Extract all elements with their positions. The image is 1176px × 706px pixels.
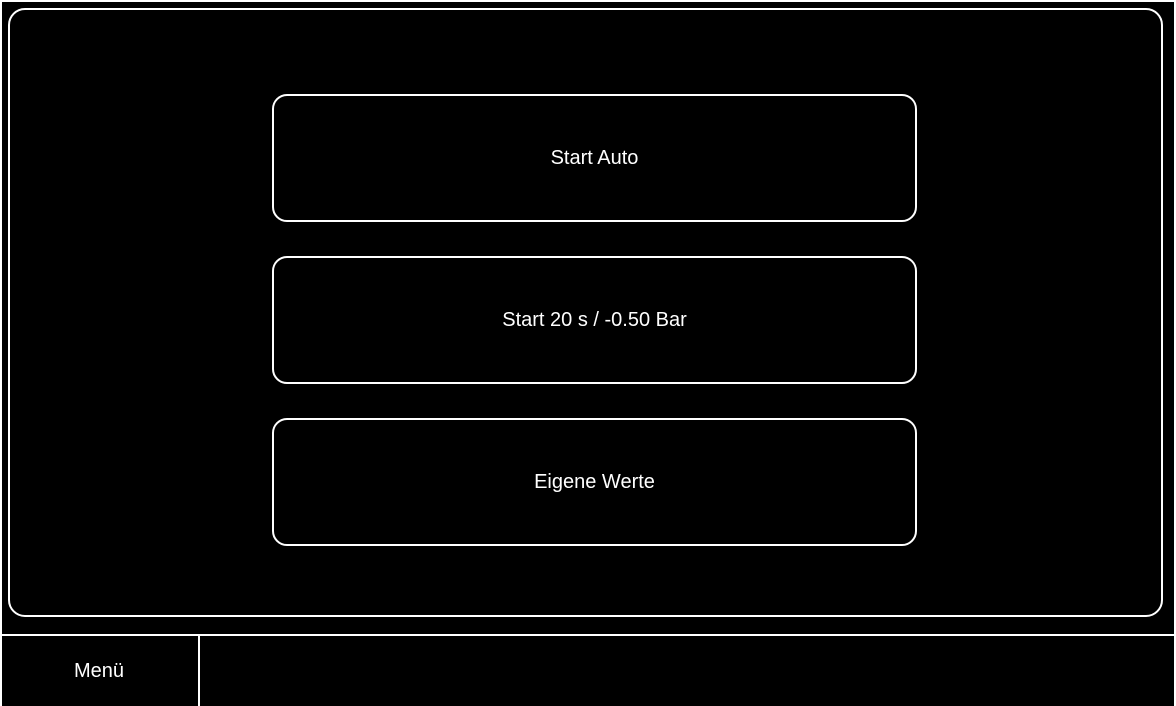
start-auto-button[interactable]: Start Auto bbox=[272, 94, 917, 222]
start-auto-label: Start Auto bbox=[550, 146, 639, 169]
menu-label: Menü bbox=[73, 659, 125, 682]
start-preset-label: Start 20 s / -0.50 Bar bbox=[502, 308, 687, 331]
custom-values-button[interactable]: Eigene Werte bbox=[272, 418, 917, 546]
screen: Start Auto Start 20 s / -0.50 Bar Eigene… bbox=[0, 0, 1176, 706]
status-area bbox=[200, 636, 1176, 706]
menu-button[interactable]: Menü bbox=[0, 636, 200, 706]
bottom-bar: Menü bbox=[0, 634, 1176, 706]
start-preset-button[interactable]: Start 20 s / -0.50 Bar bbox=[272, 256, 917, 384]
custom-values-label: Eigene Werte bbox=[534, 470, 655, 493]
